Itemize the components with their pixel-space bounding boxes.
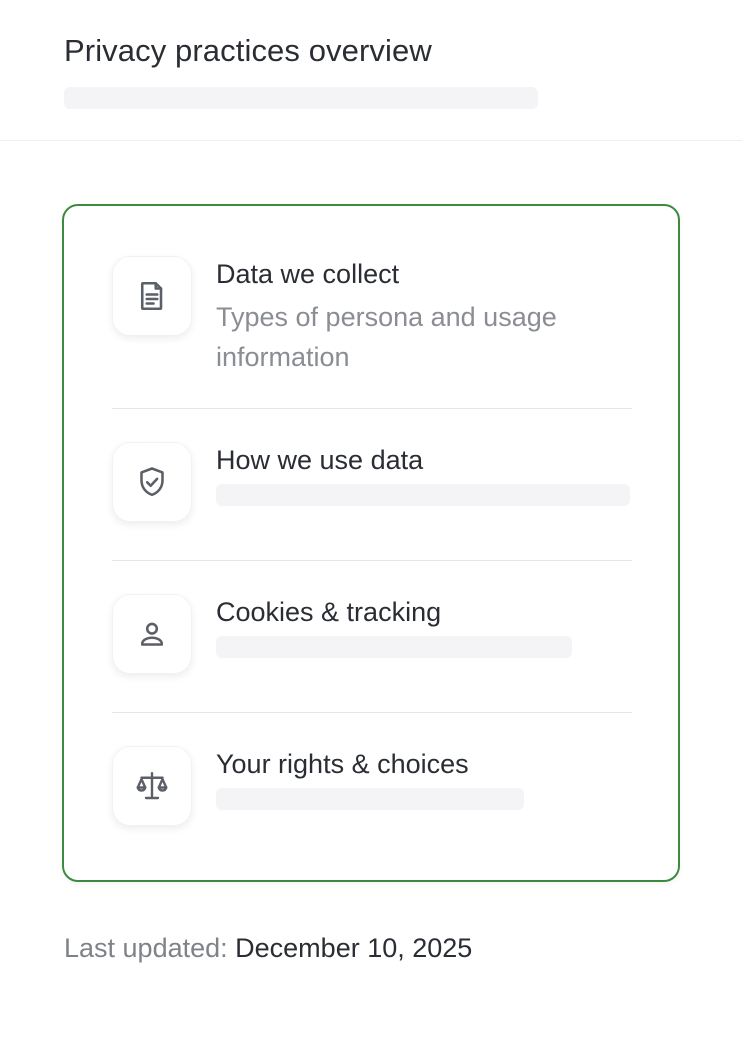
section-title: Your rights & choices (216, 749, 469, 779)
section-item-your-rights-choices[interactable]: Your rights & choices (112, 746, 632, 826)
privacy-overview-page: Privacy practices overview Data we colle… (0, 0, 742, 1058)
section-divider (112, 560, 632, 561)
section-item-data-we-collect[interactable]: Data we collect Types of persona and usa… (112, 256, 632, 376)
section-divider (112, 408, 632, 409)
privacy-sections-card: Data we collect Types of persona and usa… (62, 204, 680, 882)
subtitle-placeholder (64, 87, 538, 109)
person-icon (112, 594, 192, 674)
last-updated-label: Last updated: (64, 933, 228, 963)
section-title: Data we collect (216, 259, 400, 289)
section-title: Cookies & tracking (216, 597, 442, 627)
document-icon (112, 256, 192, 336)
section-description-placeholder (216, 636, 572, 658)
page-title: Privacy practices overview (64, 33, 432, 68)
page-header: Privacy practices overview (0, 0, 742, 141)
scale-icon (112, 746, 192, 826)
section-description-placeholder (216, 788, 524, 810)
section-description: Types of persona and usage information (216, 302, 557, 372)
section-item-how-we-use-data[interactable]: How we use data (112, 442, 632, 522)
shield-check-icon (112, 442, 192, 522)
section-description-placeholder (216, 484, 630, 506)
section-divider (112, 712, 632, 713)
last-updated-date: December 10, 2025 (235, 933, 473, 963)
section-title: How we use data (216, 445, 424, 475)
last-updated: Last updated: December 10, 2025 (64, 930, 472, 966)
section-item-cookies-tracking[interactable]: Cookies & tracking (112, 594, 632, 674)
